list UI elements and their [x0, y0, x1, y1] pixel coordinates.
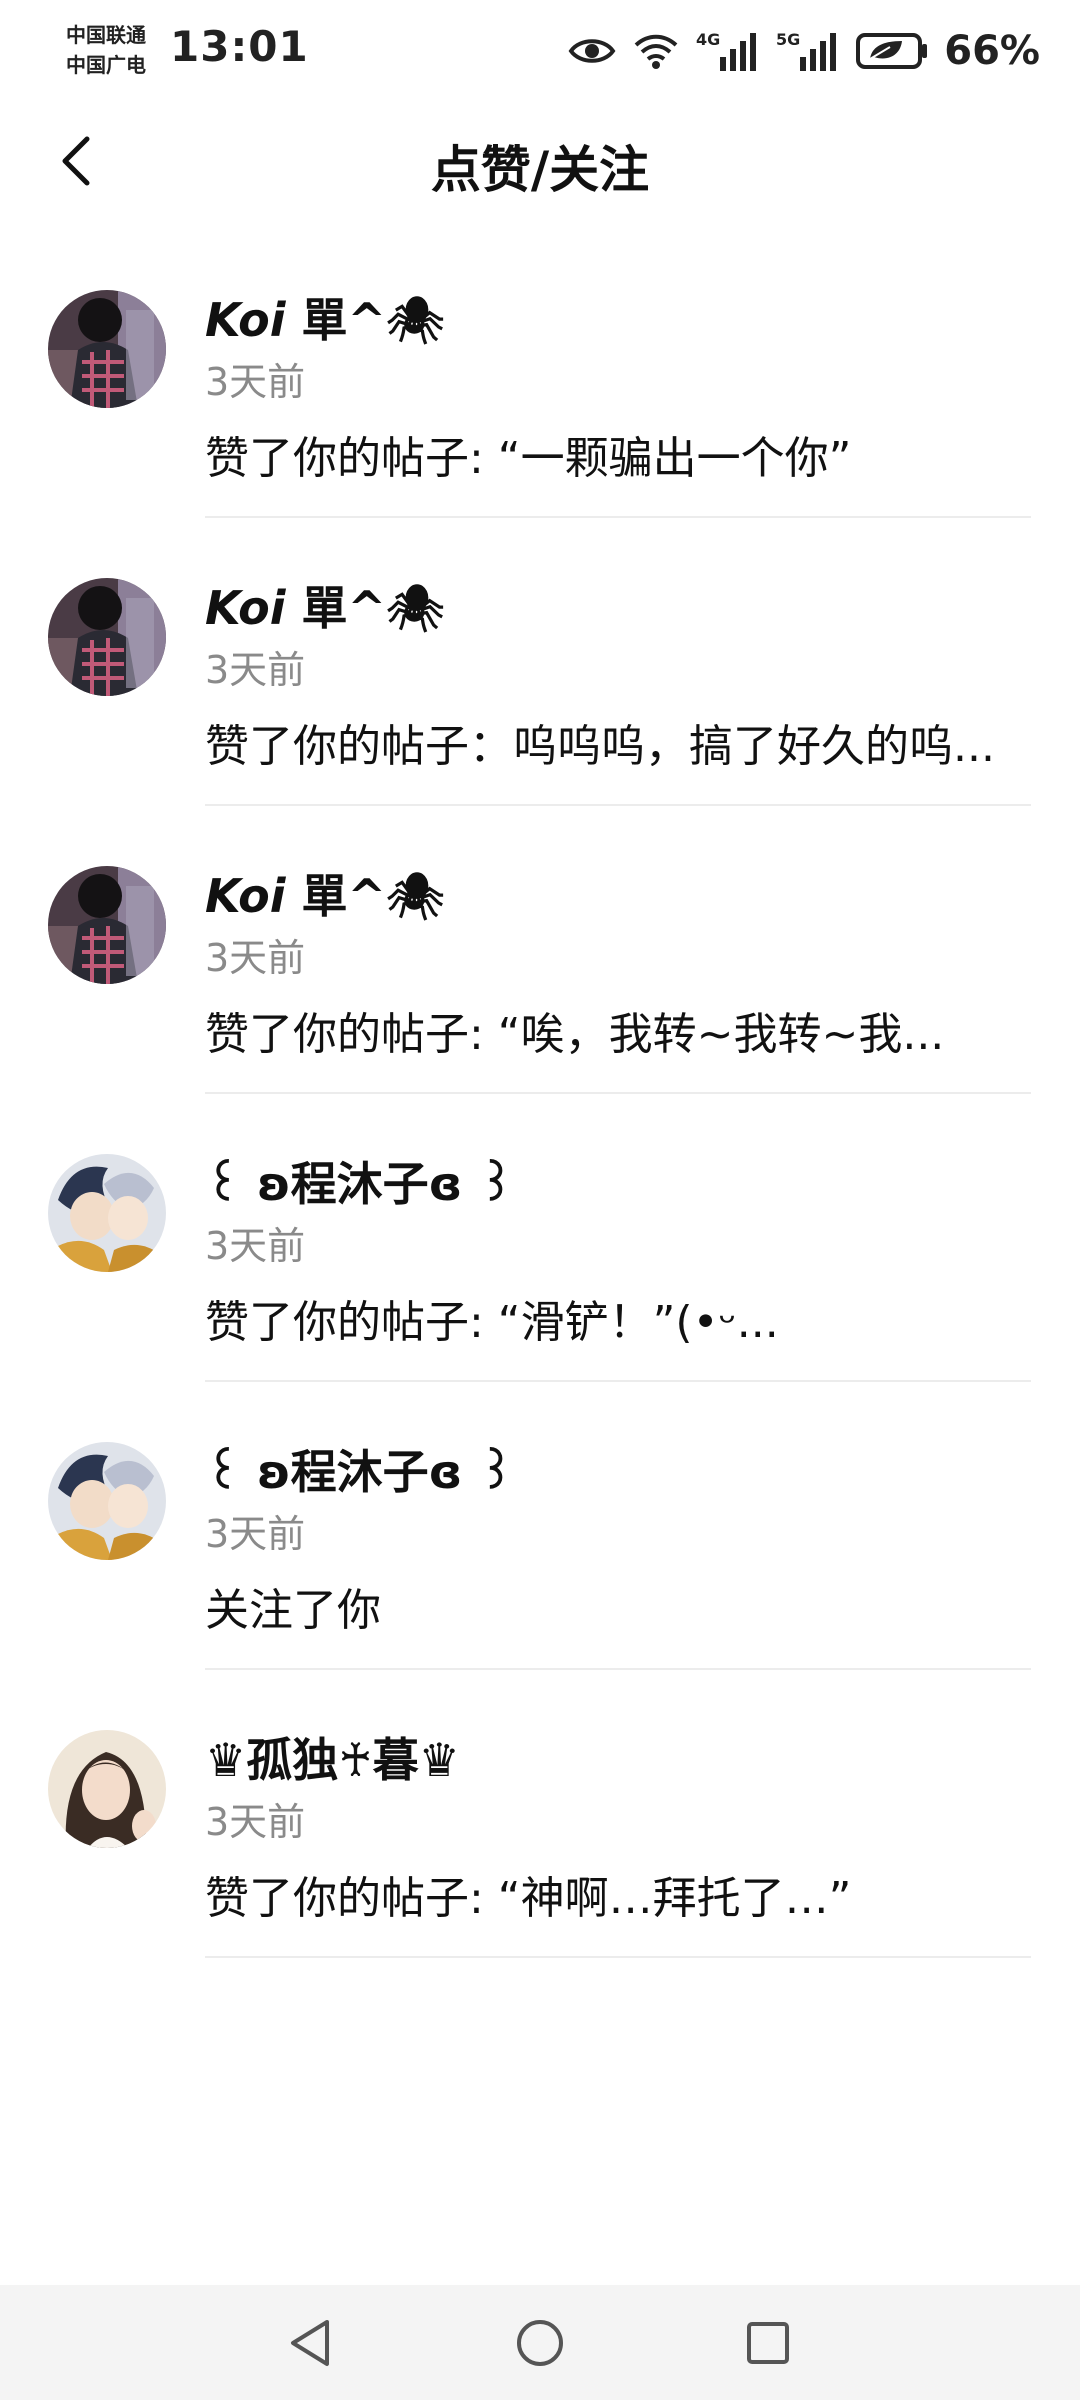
- notification-message: 赞了你的帖子：呜呜呜，搞了好久的呜...: [205, 721, 995, 772]
- status-bar: 中国联通 中国广电 13:01 4G 5G 66%: [0, 0, 1080, 100]
- status-icons: 4G 5G 66%: [568, 26, 1040, 76]
- page-header: 点赞/关注: [0, 100, 1080, 230]
- wifi-icon: [632, 31, 680, 71]
- notification-message: 赞了你的帖子: “一颗骗出一个你”: [205, 433, 852, 484]
- carrier-1: 中国联通: [66, 23, 146, 47]
- username-rest: 單^🕷: [285, 293, 445, 347]
- signal-4g-icon: 4G: [696, 29, 760, 73]
- timestamp: 3天前: [205, 648, 306, 692]
- battery-percent: 66%: [944, 28, 1040, 74]
- notification-message: 赞了你的帖子: “唉，我转~我转~我...: [205, 1009, 945, 1060]
- timestamp: 3天前: [205, 936, 306, 980]
- carrier-labels: 中国联通 中国广电: [66, 20, 146, 80]
- username[interactable]: ♛孤独♰暮♛: [205, 1730, 1031, 1790]
- username[interactable]: ꒰ ʚ程沐子ɞ ꒱: [205, 1154, 1031, 1214]
- system-nav-bar: [0, 2285, 1080, 2400]
- timestamp: 3天前: [205, 360, 306, 404]
- username[interactable]: Koi 單^🕷: [205, 866, 1031, 926]
- timestamp: 3天前: [205, 1512, 306, 1556]
- avatar[interactable]: [48, 1154, 166, 1272]
- username-latin: Koi: [205, 581, 286, 635]
- status-time: 13:01: [170, 22, 309, 71]
- username-rest: ♛孤独♰暮♛: [205, 1733, 460, 1787]
- username[interactable]: Koi 單^🕷: [205, 578, 1031, 638]
- username-rest: 單^🕷: [285, 869, 445, 923]
- notification-item[interactable]: Koi 單^🕷 3天前 赞了你的帖子: “一颗骗出一个你”: [0, 230, 1080, 518]
- avatar[interactable]: [48, 866, 166, 984]
- notification-item[interactable]: ꒰ ʚ程沐子ɞ ꒱ 3天前 关注了你: [0, 1382, 1080, 1670]
- avatar[interactable]: [48, 290, 166, 408]
- notification-list: Koi 單^🕷 3天前 赞了你的帖子: “一颗骗出一个你” Koi 單^🕷 3天…: [0, 230, 1080, 1958]
- username[interactable]: Koi 單^🕷: [205, 290, 1031, 350]
- nav-home-button[interactable]: [510, 2315, 570, 2375]
- carrier-2: 中国广电: [66, 53, 146, 77]
- username-rest: 單^🕷: [285, 581, 445, 635]
- page-title: 点赞/关注: [430, 141, 650, 199]
- signal-5g-icon: 5G: [776, 29, 840, 73]
- notification-message: 赞了你的帖子: “神啊…拜托了…”: [205, 1873, 852, 1924]
- timestamp: 3天前: [205, 1224, 306, 1268]
- username-rest: ꒰ ʚ程沐子ɞ ꒱: [205, 1157, 515, 1211]
- network-2-label: 5G: [776, 30, 800, 49]
- timestamp: 3天前: [205, 1800, 306, 1844]
- username[interactable]: ꒰ ʚ程沐子ɞ ꒱: [205, 1442, 1031, 1502]
- home-circle-icon: [515, 2318, 565, 2372]
- notification-item[interactable]: Koi 單^🕷 3天前 赞了你的帖子：呜呜呜，搞了好久的呜...: [0, 518, 1080, 806]
- nav-recents-button[interactable]: [738, 2315, 798, 2375]
- notification-message: 赞了你的帖子: “滑铲！”(•ᵕ...: [205, 1297, 779, 1348]
- username-latin: Koi: [205, 869, 286, 923]
- eye-icon: [568, 35, 616, 67]
- battery-leaf-icon: [856, 31, 928, 71]
- network-1-label: 4G: [696, 30, 720, 49]
- nav-back-button[interactable]: [280, 2315, 340, 2375]
- notification-item[interactable]: ꒰ ʚ程沐子ɞ ꒱ 3天前 赞了你的帖子: “滑铲！”(•ᵕ...: [0, 1094, 1080, 1382]
- username-rest: ꒰ ʚ程沐子ɞ ꒱: [205, 1445, 515, 1499]
- recents-square-icon: [745, 2320, 791, 2370]
- notification-item[interactable]: ♛孤独♰暮♛ 3天前 赞了你的帖子: “神啊…拜托了…”: [0, 1670, 1080, 1958]
- avatar[interactable]: [48, 578, 166, 696]
- notification-message: 关注了你: [205, 1585, 381, 1636]
- notification-item[interactable]: Koi 單^🕷 3天前 赞了你的帖子: “唉，我转~我转~我...: [0, 806, 1080, 1094]
- back-triangle-icon: [287, 2318, 333, 2372]
- avatar[interactable]: [48, 1730, 166, 1848]
- avatar[interactable]: [48, 1442, 166, 1560]
- username-latin: Koi: [205, 293, 286, 347]
